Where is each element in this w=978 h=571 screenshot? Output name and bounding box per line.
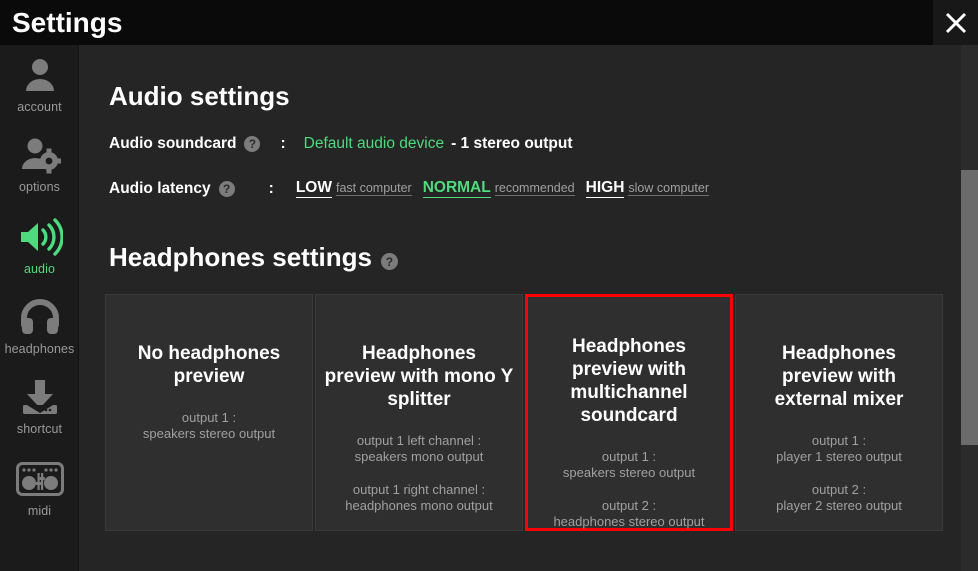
sidebar-item-headphones[interactable]: headphones: [0, 295, 79, 356]
card-detail-1: output 1 left channel : speakers mono ou…: [354, 433, 484, 464]
soundcard-device-name[interactable]: Default audio device: [304, 135, 444, 153]
headphones-settings-heading-text: Headphones settings: [109, 242, 372, 272]
sidebar-label-shortcut: shortcut: [16, 422, 63, 436]
speaker-icon: [0, 215, 79, 259]
title-bar: Settings: [0, 0, 978, 45]
midi-controller-icon: [0, 457, 79, 501]
latency-option-normal-hint: recommended: [494, 181, 575, 196]
latency-option-normal[interactable]: NORMAL recommended: [422, 179, 575, 198]
card-title: Headphones preview with mono Y splitter: [324, 343, 514, 410]
user-gear-icon: [0, 133, 79, 177]
sidebar-item-audio[interactable]: audio: [0, 215, 79, 276]
headphones-preview-options: No headphones preview output 1 : speaker…: [105, 294, 975, 534]
card-detail-1: output 1 : player 1 stereo output: [776, 433, 902, 464]
card-detail-1: output 1 : speakers stereo output: [142, 410, 276, 441]
card-title: Headphones preview with external mixer: [774, 343, 904, 410]
headphones-option-card-no-preview[interactable]: No headphones preview output 1 : speaker…: [105, 294, 313, 531]
headphones-option-card-multichannel-soundcard[interactable]: Headphones preview with multichannel sou…: [525, 294, 733, 531]
latency-option-normal-name: NORMAL: [422, 179, 491, 198]
soundcard-separator: :: [280, 135, 286, 152]
user-icon: [0, 53, 79, 97]
sidebar-label-audio: audio: [23, 262, 56, 276]
card-detail-2: output 2 : player 2 stereo output: [776, 482, 902, 513]
settings-window: Settings account options audio headphone…: [0, 0, 978, 571]
sidebar-label-account: account: [17, 100, 62, 114]
close-icon: [943, 10, 969, 36]
settings-content: Audio settings Audio soundcard ? : Defau…: [80, 45, 978, 571]
help-icon[interactable]: ?: [244, 136, 261, 152]
headphones-settings-heading: Headphones settings ?: [109, 242, 398, 273]
card-title: Headphones preview with multichannel sou…: [570, 336, 688, 426]
sidebar-item-shortcut[interactable]: shortcut: [0, 375, 79, 436]
close-button[interactable]: [933, 0, 978, 45]
vertical-scrollbar-track[interactable]: [961, 45, 978, 571]
audio-latency-label: Audio latency: [109, 179, 211, 197]
help-icon[interactable]: ?: [380, 253, 398, 270]
audio-soundcard-label: Audio soundcard: [109, 135, 237, 152]
latency-option-high-name: HIGH: [585, 179, 625, 198]
help-icon[interactable]: ?: [218, 180, 235, 197]
card-detail-1: output 1 : speakers stereo output: [562, 449, 696, 480]
download-icon: [0, 375, 79, 419]
latency-option-high[interactable]: HIGH slow computer: [585, 179, 709, 198]
card-detail-2: output 1 right channel : headphones mono…: [345, 482, 493, 513]
audio-settings-heading: Audio settings: [109, 81, 290, 111]
audio-soundcard-row: Audio soundcard ? : Default audio device…: [109, 135, 573, 153]
sidebar-item-account[interactable]: account: [0, 53, 79, 114]
card-title: No headphones preview: [137, 343, 281, 387]
window-title: Settings: [12, 7, 123, 38]
sidebar-item-midi[interactable]: midi: [0, 457, 79, 518]
vertical-scrollbar-thumb[interactable]: [961, 170, 978, 445]
sidebar-label-options: options: [18, 180, 60, 194]
latency-option-high-hint: slow computer: [628, 181, 709, 196]
latency-option-low-hint: fast computer: [335, 181, 412, 196]
latency-option-low[interactable]: LOW fast computer: [295, 179, 412, 198]
headphones-icon: [0, 295, 79, 339]
sidebar-item-options[interactable]: options: [0, 133, 79, 194]
sidebar-label-midi: midi: [27, 504, 52, 518]
headphones-option-card-external-mixer[interactable]: Headphones preview with external mixer o…: [735, 294, 943, 531]
sidebar-label-headphones: headphones: [4, 342, 75, 356]
card-detail-2: output 2 : headphones stereo output: [553, 498, 705, 529]
audio-latency-row: Audio latency ? : LOW fast computer NORM…: [109, 179, 709, 198]
latency-option-low-name: LOW: [295, 179, 332, 198]
latency-separator: :: [268, 179, 274, 197]
headphones-option-card-mono-y-splitter[interactable]: Headphones preview with mono Y splitter …: [315, 294, 523, 531]
sidebar: account options audio headphones shortcu…: [0, 45, 79, 571]
soundcard-device-detail: - 1 stereo output: [451, 135, 573, 152]
